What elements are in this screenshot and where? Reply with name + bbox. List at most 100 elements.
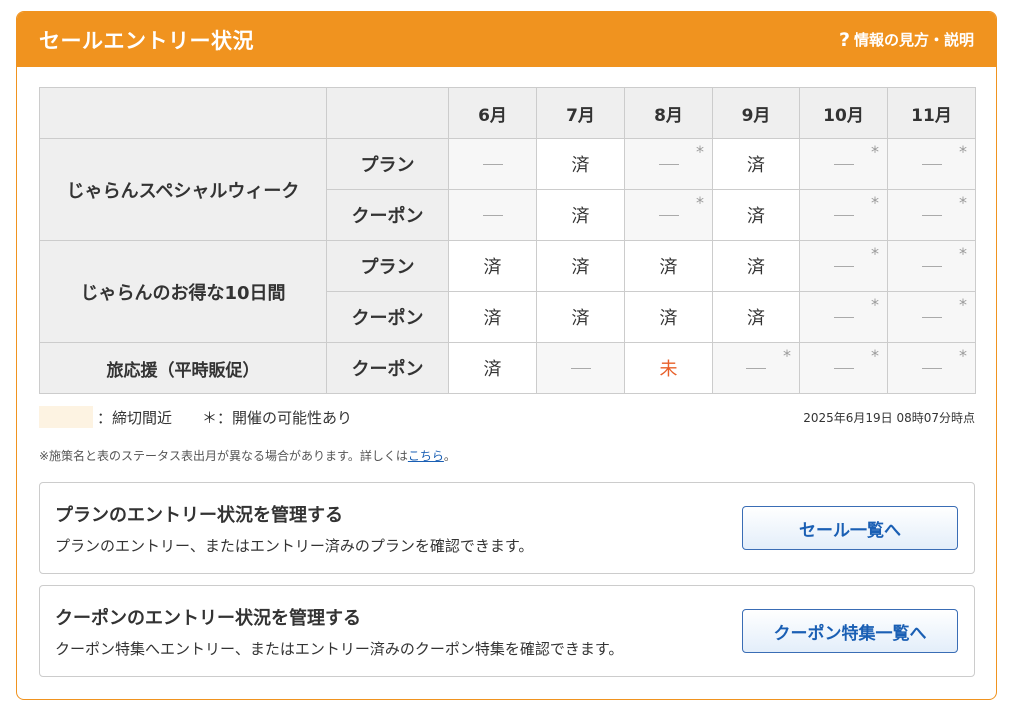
status-cell: 未: [624, 342, 713, 394]
possible-asterisk: *: [871, 346, 879, 365]
entry-type: クーポン: [326, 189, 449, 241]
month-header: 9月: [712, 87, 800, 139]
status-cell: 済: [536, 240, 625, 292]
month-header: 11月: [887, 87, 976, 139]
status-cell: 済: [448, 342, 537, 394]
status-cell: 済: [624, 240, 713, 292]
status-cell: 済: [712, 138, 800, 190]
deadline-legend: ：締切間近: [97, 408, 173, 427]
status-cell: *: [799, 189, 888, 241]
not-applicable-dash: [833, 368, 854, 369]
status-value: 済: [747, 257, 765, 278]
not-applicable-dash: [833, 266, 854, 267]
status-cell: [536, 342, 625, 394]
status-cell: *: [624, 138, 713, 190]
panel-header: セールエントリー状況 ? 情報の見方・説明: [17, 12, 996, 67]
card-title: クーポンのエントリー状況を管理する: [55, 608, 361, 629]
header-blank-type: [326, 87, 449, 139]
legend-row: ：締切間近 ＊：開催の可能性あり 2025年6月19日 08時07分時点: [39, 405, 975, 429]
possible-asterisk: *: [959, 244, 967, 263]
note: ※施策名と表のステータス表出月が異なる場合があります。詳しくはこちら。: [39, 447, 456, 464]
status-value: 済: [483, 257, 502, 278]
month-header: 8月: [624, 87, 713, 139]
status-cell: *: [887, 189, 976, 241]
not-applicable-dash: [482, 215, 503, 216]
sale-entry-panel: セールエントリー状況 ? 情報の見方・説明 6月 7月 8月 9月 10月 11…: [16, 11, 997, 700]
sale-name: じゃらんスペシャルウィーク: [39, 138, 327, 241]
details-link[interactable]: こちら: [408, 449, 444, 463]
possible-asterisk: *: [783, 346, 791, 365]
not-applicable-dash: [921, 215, 942, 216]
status-value: 済: [659, 257, 678, 278]
possible-asterisk: *: [959, 295, 967, 314]
status-value: 済: [571, 155, 590, 176]
status-cell: [448, 138, 537, 190]
table-header-row: 6月 7月 8月 9月 10月 11月: [39, 87, 976, 139]
entry-type: クーポン: [326, 291, 449, 343]
note-end: 。: [443, 449, 456, 463]
status-value: 未: [659, 359, 678, 380]
coupon-list-button[interactable]: クーポン特集一覧へ: [742, 609, 958, 653]
status-value: 済: [747, 308, 765, 329]
not-applicable-dash: [921, 317, 942, 318]
sale-name: 旅応援（平時販促）: [39, 342, 327, 394]
sale-list-button[interactable]: セール一覧へ: [742, 506, 958, 550]
timestamp: 2025年6月19日 08時07分時点: [803, 410, 975, 425]
status-cell: 済: [536, 138, 625, 190]
panel-title: セールエントリー状況: [39, 28, 254, 53]
entry-type: プラン: [326, 240, 449, 292]
status-cell: 済: [712, 189, 800, 241]
deadline-swatch: [39, 406, 93, 428]
not-applicable-dash: [833, 164, 854, 165]
status-cell: *: [887, 138, 976, 190]
status-cell: *: [799, 342, 888, 394]
entry-type: クーポン: [326, 342, 449, 394]
status-cell: [448, 189, 537, 241]
not-applicable-dash: [921, 368, 942, 369]
status-cell: *: [887, 342, 976, 394]
possible-asterisk: *: [871, 193, 879, 212]
month-header: 10月: [799, 87, 888, 139]
status-cell: *: [624, 189, 713, 241]
not-applicable-dash: [746, 368, 766, 369]
possible-asterisk: *: [871, 244, 879, 263]
help-label: 情報の見方・説明: [853, 31, 974, 49]
possible-asterisk: *: [959, 346, 967, 365]
possible-asterisk: *: [959, 193, 967, 212]
not-applicable-dash: [658, 215, 679, 216]
note-text: ※施策名と表のステータス表出月が異なる場合があります。詳しくは: [39, 449, 408, 463]
possible-asterisk: *: [696, 193, 704, 212]
not-applicable-dash: [570, 368, 591, 369]
entry-type: プラン: [326, 138, 449, 190]
status-cell: *: [887, 240, 976, 292]
possible-asterisk: *: [959, 142, 967, 161]
card-description: クーポン特集へエントリー、またはエントリー済みのクーポン特集を確認できます。: [55, 640, 624, 658]
status-value: 済: [571, 206, 590, 227]
status-cell: *: [712, 342, 800, 394]
status-cell: *: [799, 138, 888, 190]
table-row: 旅応援（平時販促） クーポン 済 未 * * *: [39, 342, 976, 394]
not-applicable-dash: [833, 317, 854, 318]
status-value: 済: [571, 257, 590, 278]
not-applicable-dash: [921, 164, 942, 165]
entry-status-table: 6月 7月 8月 9月 10月 11月 じゃらんスペシャルウィーク プラン 済 *…: [39, 87, 976, 394]
status-cell: 済: [536, 189, 625, 241]
card-description: プランのエントリー、またはエントリー済みのプランを確認できます。: [55, 537, 534, 555]
help-icon: ?: [838, 28, 850, 51]
status-value: 済: [571, 308, 590, 329]
table-row: じゃらんのお得な10日間 プラン 済済済済 * *: [39, 240, 976, 343]
coupon-entry-card: クーポンのエントリー状況を管理する クーポン特集へエントリー、またはエントリー済…: [39, 585, 975, 677]
status-cell: 済: [536, 291, 625, 343]
status-cell: *: [799, 291, 888, 343]
status-cell: 済: [448, 291, 537, 343]
status-cell: 済: [624, 291, 713, 343]
status-cell: *: [799, 240, 888, 292]
card-title: プランのエントリー状況を管理する: [55, 505, 343, 526]
not-applicable-dash: [921, 266, 942, 267]
not-applicable-dash: [658, 164, 679, 165]
status-value: 済: [747, 206, 765, 227]
not-applicable-dash: [833, 215, 854, 216]
plan-entry-card: プランのエントリー状況を管理する プランのエントリー、またはエントリー済みのプラ…: [39, 482, 975, 574]
help-link[interactable]: ? 情報の見方・説明: [839, 29, 974, 51]
month-header: 6月: [448, 87, 537, 139]
